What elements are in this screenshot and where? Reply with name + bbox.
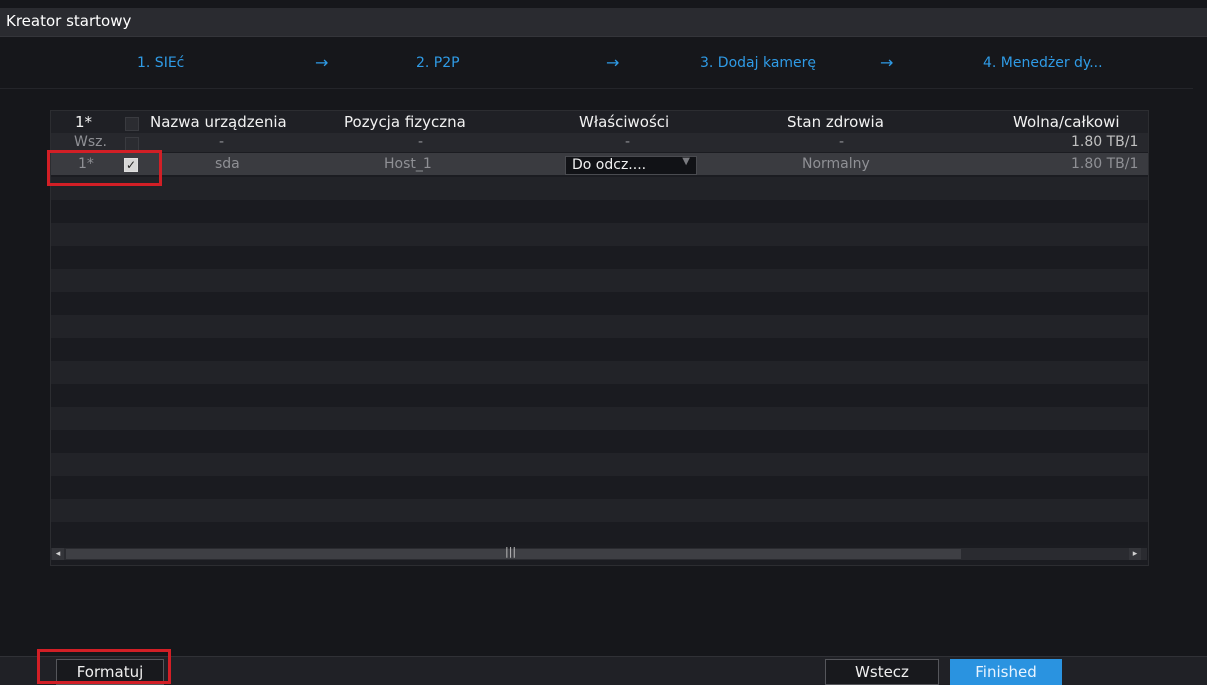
header-health[interactable]: Stan zdrowia xyxy=(787,113,884,131)
cell-index: Wsz. xyxy=(74,134,107,150)
row-checkbox[interactable]: ✓ xyxy=(124,158,138,172)
step-arrow-icon: → xyxy=(880,53,894,72)
step-network[interactable]: 1. SIEć xyxy=(137,55,184,71)
cell-physical-position: Host_1 xyxy=(384,156,432,172)
window-title: Kreator startowy xyxy=(6,12,132,30)
empty-row xyxy=(51,407,1148,430)
step-p2p[interactable]: 2. P2P xyxy=(416,55,460,71)
scrollbar-grip-icon: ||| xyxy=(505,545,517,558)
empty-row xyxy=(51,430,1148,453)
step-add-camera[interactable]: 3. Dodaj kamerę xyxy=(700,55,816,71)
empty-row xyxy=(51,499,1148,522)
table-row[interactable]: 1* ✓ sda Host_1 Do odcz.... ▼ Normalny 1… xyxy=(51,153,1148,175)
empty-row xyxy=(51,292,1148,315)
step-arrow-icon: → xyxy=(315,53,329,72)
empty-row xyxy=(51,223,1148,246)
finish-button[interactable]: Finished xyxy=(950,659,1062,685)
cell-physical-position: - xyxy=(418,134,424,150)
cell-health: - xyxy=(839,134,845,150)
empty-row xyxy=(51,246,1148,269)
header-device-name[interactable]: Nazwa urządzenia xyxy=(150,113,287,131)
cell-properties: - xyxy=(625,134,631,150)
cell-health: Normalny xyxy=(802,156,870,172)
disk-table: 1* Nazwa urządzenia Pozycja fizyczna Wła… xyxy=(50,110,1149,566)
properties-dropdown-value: Do odcz.... xyxy=(572,157,647,173)
cell-capacity: 1.80 TB/1 xyxy=(1071,134,1139,150)
empty-row xyxy=(51,361,1148,384)
empty-row xyxy=(51,453,1148,476)
table-row-all[interactable]: Wsz. - - - - 1.80 TB/1 xyxy=(51,133,1148,152)
empty-row xyxy=(51,384,1148,407)
cell-index: 1* xyxy=(78,156,94,172)
scroll-left-icon[interactable]: ◂ xyxy=(52,548,64,560)
step-arrow-icon: → xyxy=(606,53,620,72)
select-all-checkbox[interactable] xyxy=(125,137,139,151)
header-index[interactable]: 1* xyxy=(75,113,92,131)
horizontal-scrollbar[interactable]: ◂ ||| ▸ xyxy=(50,545,1147,560)
empty-row xyxy=(51,315,1148,338)
properties-dropdown[interactable]: Do odcz.... ▼ xyxy=(565,156,697,175)
cell-device-name: sda xyxy=(215,156,240,172)
table-header: 1* Nazwa urządzenia Pozycja fizyczna Wła… xyxy=(51,111,1148,133)
window-titlebar: Kreator startowy xyxy=(0,8,1207,37)
back-button[interactable]: Wstecz xyxy=(825,659,939,685)
format-button[interactable]: Formatuj xyxy=(56,659,164,685)
empty-row xyxy=(51,269,1148,292)
step-disk-manager[interactable]: 4. Menedżer dy... xyxy=(983,55,1103,71)
empty-row xyxy=(51,338,1148,361)
empty-row xyxy=(51,522,1148,545)
steps-divider xyxy=(0,88,1193,89)
cell-device-name: - xyxy=(219,134,225,150)
chevron-down-icon: ▼ xyxy=(682,156,690,167)
wizard-steps: 1. SIEć → 2. P2P → 3. Dodaj kamerę → 4. … xyxy=(0,53,1207,79)
header-properties[interactable]: Właściwości xyxy=(579,113,669,131)
empty-row xyxy=(51,476,1148,499)
select-all-header-checkbox[interactable] xyxy=(125,117,139,131)
empty-row xyxy=(51,177,1148,200)
cell-capacity: 1.80 TB/1 xyxy=(1071,156,1139,172)
header-capacity[interactable]: Wolna/całkowi xyxy=(1013,113,1120,131)
scroll-right-icon[interactable]: ▸ xyxy=(1129,548,1141,560)
empty-row xyxy=(51,200,1148,223)
header-physical-position[interactable]: Pozycja fizyczna xyxy=(344,113,466,131)
